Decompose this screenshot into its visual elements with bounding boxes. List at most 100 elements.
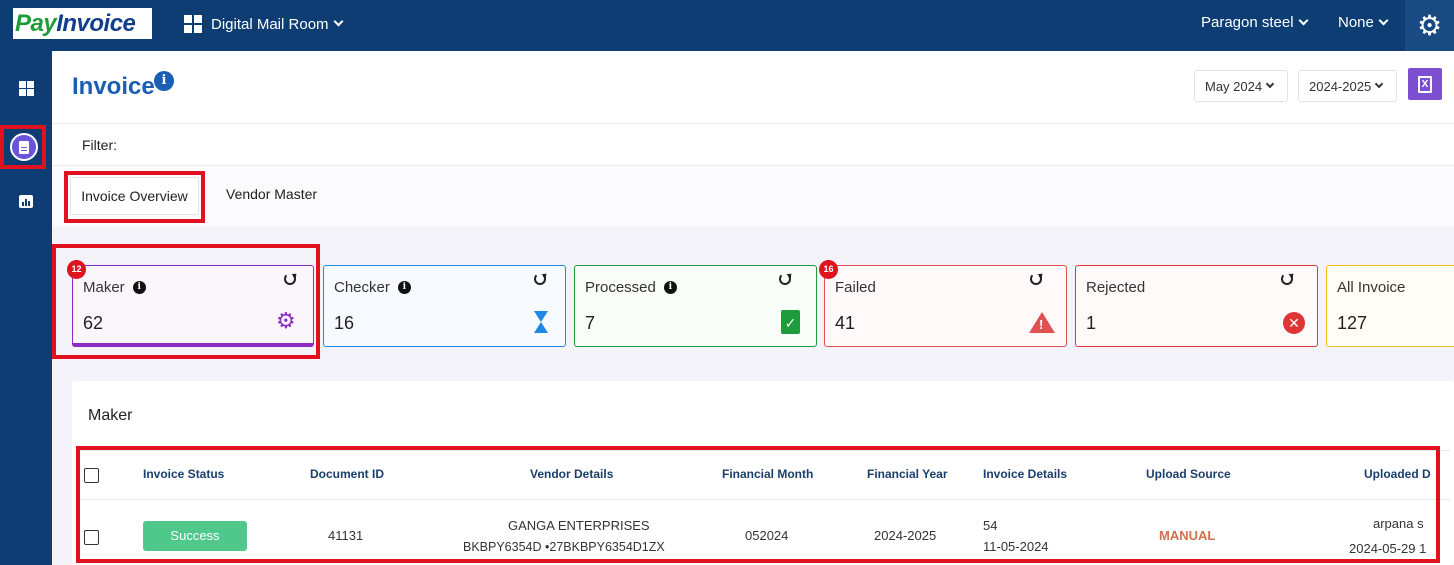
card-label: Rejected	[1086, 279, 1146, 296]
invoice-date: 11-05-2024	[983, 539, 1049, 554]
status-card-failed[interactable]: Failed 41 !	[824, 265, 1067, 347]
table-row[interactable]: Success 41131 GANGA ENTERPRISES BKBPY635…	[77, 501, 1450, 559]
app-name-label: Digital Mail Room	[211, 15, 329, 33]
app-switcher-dropdown[interactable]: Digital Mail Room	[184, 14, 343, 34]
column-header[interactable]: Vendor Details	[530, 467, 613, 481]
status-card-all-invoice[interactable]: All Invoice 127	[1326, 265, 1454, 347]
card-title: Processed i	[585, 279, 677, 296]
company-name-label: Paragon steel	[1201, 14, 1294, 31]
column-header[interactable]: Financial Month	[722, 467, 813, 481]
status-card-checker[interactable]: Checker i 16	[323, 265, 566, 347]
panel-title: Maker	[88, 407, 133, 424]
document-id[interactable]: 41131	[328, 528, 363, 543]
row-checkbox[interactable]	[84, 530, 99, 545]
card-label: Checker	[334, 279, 390, 296]
info-icon[interactable]: i	[154, 71, 174, 91]
card-title: All Invoice	[1337, 279, 1405, 296]
card-count: 127	[1337, 313, 1368, 333]
tab-vendor-master[interactable]: Vendor Master	[226, 186, 317, 202]
hourglass-icon	[534, 311, 548, 333]
excel-export-icon: X	[1418, 75, 1432, 93]
status-badge[interactable]: Success	[143, 521, 247, 551]
uploaded-by: arpana s	[1373, 516, 1424, 531]
refresh-icon[interactable]	[779, 273, 791, 285]
status-card-rejected[interactable]: Rejected 1 ✕	[1075, 265, 1318, 347]
month-select[interactable]: May 2024	[1194, 70, 1288, 102]
card-title: Maker i	[83, 279, 146, 296]
vendor-ids: BKBPY6354D •27BKBPY6354D1ZX	[463, 540, 665, 554]
card-label: Maker	[83, 279, 125, 296]
tab-invoice-overview[interactable]: Invoice Overview	[70, 177, 199, 215]
financial-year-select-value: 2024-2025	[1309, 78, 1372, 94]
column-header[interactable]: Invoice Status	[143, 467, 224, 481]
info-icon[interactable]: i	[397, 281, 411, 294]
apps-grid-icon	[184, 15, 202, 33]
refresh-icon[interactable]	[534, 273, 546, 285]
refresh-icon[interactable]	[1030, 273, 1042, 285]
gear-icon: ⚙	[1416, 10, 1443, 41]
branch-selector-label: None	[1338, 14, 1374, 31]
column-header[interactable]: Upload Source	[1146, 467, 1231, 481]
card-title: Failed	[835, 279, 876, 296]
sidebar	[0, 51, 52, 565]
month-select-value: May 2024	[1205, 78, 1263, 94]
card-title: Checker i	[334, 279, 411, 296]
select-all-checkbox[interactable]	[84, 468, 99, 483]
bar-chart-icon	[19, 195, 33, 208]
info-icon[interactable]: i	[663, 281, 677, 294]
card-label: All Invoice	[1337, 279, 1406, 296]
sidebar-item-invoice[interactable]	[10, 133, 38, 161]
financial-year: 2024-2025	[874, 528, 937, 543]
card-label: Processed	[585, 279, 656, 296]
card-label: Failed	[835, 279, 876, 296]
company-selector-dropdown[interactable]: Paragon steel	[1201, 14, 1309, 31]
page-title: Invoice	[72, 73, 155, 100]
card-count: 7	[585, 313, 596, 333]
status-card-maker[interactable]: Maker i 62 ⚙	[72, 265, 314, 347]
sidebar-item-dashboard[interactable]	[0, 81, 52, 96]
export-excel-button[interactable]: X	[1408, 68, 1442, 100]
document-icon	[19, 140, 29, 154]
warning-icon: !	[1029, 312, 1055, 333]
card-count: 62	[83, 313, 104, 333]
refresh-icon[interactable]	[1281, 273, 1293, 285]
info-icon[interactable]: i	[132, 281, 146, 294]
payinvoice-logo[interactable]: PayInvoice	[13, 8, 152, 39]
top-navigation-bar: PayInvoice Digital Mail Room Paragon ste…	[0, 0, 1454, 51]
chevron-down-icon	[1378, 15, 1389, 25]
file-check-icon: ✓	[781, 310, 800, 334]
column-header[interactable]: Uploaded D	[1364, 467, 1431, 481]
invoice-number: 54	[983, 518, 998, 533]
dashboard-grid-icon	[18, 81, 34, 96]
card-title: Rejected	[1086, 279, 1145, 296]
filter-label: Filter:	[82, 137, 117, 153]
gears-icon: ⚙	[276, 308, 296, 333]
card-count: 1	[1086, 313, 1097, 333]
card-count: 41	[835, 313, 856, 333]
sidebar-item-reports[interactable]	[0, 195, 52, 208]
table-header: Invoice Status Document ID Vendor Detail…	[77, 450, 1450, 500]
chevron-down-icon	[1298, 15, 1309, 25]
card-count: 16	[334, 313, 355, 333]
refresh-icon[interactable]	[284, 273, 296, 285]
chevron-down-icon	[1265, 79, 1275, 88]
column-header[interactable]: Document ID	[310, 467, 384, 481]
branch-selector-dropdown[interactable]: None	[1338, 14, 1389, 31]
financial-month: 052024	[745, 528, 789, 543]
settings-button[interactable]: ⚙	[1405, 0, 1454, 51]
sidebar-item-invoice-highlight	[0, 125, 46, 169]
vendor-name: GANGA ENTERPRISES	[508, 518, 650, 533]
column-header[interactable]: Financial Year	[867, 467, 948, 481]
failed-count-badge: 16	[819, 260, 838, 279]
chevron-down-icon	[333, 16, 343, 27]
page-header: Invoice i May 2024 2024-2025 X	[52, 51, 1454, 123]
upload-source: MANUAL	[1159, 528, 1216, 543]
financial-year-select[interactable]: 2024-2025	[1298, 70, 1397, 102]
close-circle-icon: ✕	[1283, 312, 1305, 334]
status-card-processed[interactable]: Processed i 7 ✓	[574, 265, 817, 347]
filter-bar: Filter:	[52, 123, 1454, 166]
tabs-bar: Invoice Overview Vendor Master	[52, 166, 1454, 226]
uploaded-at: 2024-05-29 1	[1349, 541, 1427, 556]
maker-count-badge: 12	[67, 260, 86, 279]
column-header[interactable]: Invoice Details	[983, 467, 1067, 481]
